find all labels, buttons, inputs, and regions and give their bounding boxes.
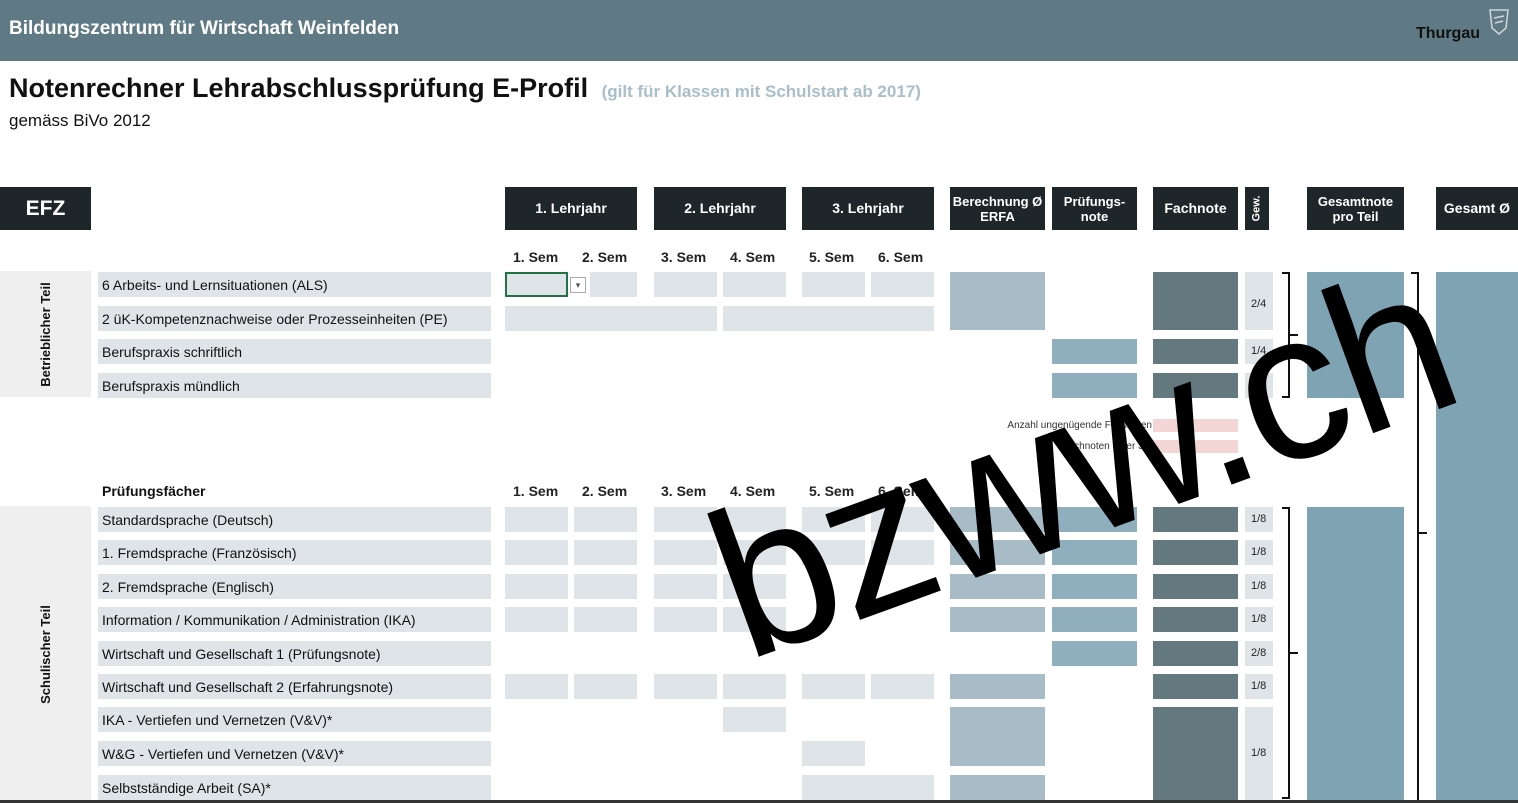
sem-label: 6. Sem: [878, 249, 924, 265]
pruefung-input[interactable]: [1052, 641, 1137, 666]
grade-input[interactable]: [654, 674, 717, 699]
grade-input[interactable]: [505, 574, 568, 599]
gew-value: 1/8: [1245, 707, 1273, 800]
grade-input[interactable]: [505, 607, 568, 632]
sem-label: 1. Sem: [513, 249, 559, 265]
fachnote-cell: [1153, 641, 1238, 666]
fachnote-cell: [1153, 707, 1238, 800]
als-sem1-input[interactable]: [505, 272, 568, 297]
grade-input[interactable]: [723, 707, 786, 732]
row-deutsch: Standardsprache (Deutsch): [98, 507, 491, 532]
row-wg2: Wirtschaft und Gesellschaft 2 (Erfahrung…: [98, 674, 491, 699]
dropdown-arrow-icon[interactable]: ▾: [570, 277, 586, 293]
als-sem4-input[interactable]: [723, 272, 786, 297]
sem-label: 4. Sem: [730, 249, 776, 265]
row-ika: Information / Kommunikation / Administra…: [98, 607, 491, 632]
gew-value: 1/8: [1245, 540, 1273, 565]
sem-label: 1. Sem: [513, 483, 559, 499]
uek-year1-input[interactable]: [505, 306, 717, 331]
row-sa: Selbstständige Arbeit (SA)*: [98, 775, 491, 800]
berechnung-cell: [950, 775, 1045, 800]
grade-input[interactable]: [654, 607, 717, 632]
col-gew-label: Gew.: [1250, 195, 1263, 222]
grade-input[interactable]: [802, 741, 865, 766]
bracket-schule: [1282, 507, 1290, 799]
section-schule-label: Schulischer Teil: [0, 506, 91, 803]
col-year1: 1. Lehrjahr: [505, 187, 637, 230]
grade-input[interactable]: [574, 540, 637, 565]
row-ika-vv: IKA - Vertiefen und Vernetzen (V&V)*: [98, 707, 491, 732]
crest-icon: [1489, 9, 1509, 35]
gew-value: 1/8: [1245, 607, 1273, 632]
row-wg-vv: W&G - Vertiefen und Vernetzen (V&V)*: [98, 741, 491, 766]
grade-input[interactable]: [574, 674, 637, 699]
row-franzoesisch: 1. Fremdsprache (Französisch): [98, 540, 491, 565]
col-fachnote: Fachnote: [1153, 187, 1238, 230]
grade-input[interactable]: [871, 674, 934, 699]
col-pruefungsnote: Prüfungs-note: [1052, 187, 1137, 230]
grade-input[interactable]: [574, 607, 637, 632]
als-sem5-input[interactable]: [802, 272, 865, 297]
als-sem6-input[interactable]: [871, 272, 934, 297]
grade-input[interactable]: [505, 674, 568, 699]
gesamtnote-schule: [1307, 507, 1404, 803]
grade-input[interactable]: [574, 574, 637, 599]
row-uek: 2 üK-Kompetenznachweise oder Prozesseinh…: [98, 306, 491, 331]
als-sem3-input[interactable]: [654, 272, 717, 297]
pruefung-input[interactable]: [1052, 607, 1137, 632]
grade-input[interactable]: [505, 540, 568, 565]
sem-label: 2. Sem: [582, 249, 628, 265]
col-gesamt: Gesamt Ø: [1436, 187, 1518, 230]
bracket-tick: [1419, 532, 1427, 534]
brand-name: Thurgau: [1416, 25, 1480, 42]
row-als: 6 Arbeits- und Lernsituationen (ALS): [98, 272, 491, 297]
col-gew: Gew.: [1245, 187, 1269, 230]
berechnung-cell: [950, 707, 1045, 766]
uek-year2-input[interactable]: [723, 306, 934, 331]
gew-value: 1/8: [1245, 574, 1273, 599]
fachnote-cell: [1153, 607, 1238, 632]
fachnote-cell: [1153, 574, 1238, 599]
row-bp-schriftlich: Berufspraxis schriftlich: [98, 339, 491, 364]
grade-input[interactable]: [505, 507, 568, 532]
gew-value: 1/8: [1245, 674, 1273, 699]
title-note: (gilt für Klassen mit Schulstart ab 2017…: [601, 82, 921, 101]
bracket-tick: [1290, 652, 1298, 654]
gew-value: 2/8: [1245, 641, 1273, 666]
efz-label: EFZ: [0, 187, 91, 230]
grade-input[interactable]: [574, 507, 637, 532]
grade-input[interactable]: [654, 574, 717, 599]
sem-label: 3. Sem: [661, 249, 707, 265]
col-year3: 3. Lehrjahr: [802, 187, 934, 230]
row-wg1: Wirtschaft und Gesellschaft 1 (Prüfungsn…: [98, 641, 491, 666]
title-main: Notenrechner Lehrabschlussprüfung E-Prof…: [9, 73, 589, 103]
col-berechnung: Berechnung Ø ERFA: [950, 187, 1045, 230]
row-englisch: 2. Fremdsprache (Englisch): [98, 574, 491, 599]
grade-input[interactable]: [802, 775, 934, 800]
section-betrieb-label: Betrieblicher Teil: [0, 271, 91, 397]
page-subtitle: gemäss BiVo 2012: [9, 111, 151, 130]
school-name: Bildungszentrum für Wirtschaft Weinfelde…: [9, 18, 400, 39]
col-year2: 2. Lehrjahr: [654, 187, 786, 230]
sem-label: 5. Sem: [809, 249, 855, 265]
row-bp-muendlich: Berufspraxis mündlich: [98, 373, 491, 398]
sem-label: 2. Sem: [582, 483, 628, 499]
berechnung-betrieb: [950, 272, 1045, 330]
pruefungsfaecher-heading: Prüfungsfächer: [102, 483, 206, 499]
berechnung-cell: [950, 674, 1045, 699]
als-sem2-input[interactable]: [590, 272, 637, 297]
page-title: Notenrechner Lehrabschlussprüfung E-Prof…: [9, 73, 921, 104]
fachnote-cell: [1153, 674, 1238, 699]
